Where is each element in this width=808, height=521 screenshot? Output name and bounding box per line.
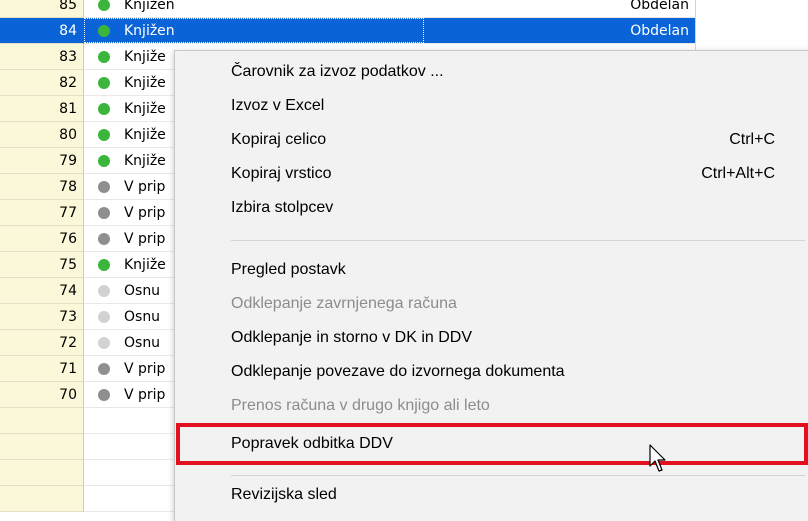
menu-item-label: Revizijska sled [231,486,337,503]
menu-item-view-items[interactable]: Pregled postavk [175,253,808,287]
row-number [0,460,84,486]
status-text: Knjiže [124,101,166,117]
row-number: 79 [0,148,84,174]
menu-item-shortcut: Ctrl+Alt+C [701,165,775,182]
row-number: 72 [0,330,84,356]
status-text: Osnu [124,309,161,325]
status-dot-icon [98,233,110,245]
row-number [0,486,84,512]
row-number: 84 [0,18,84,44]
row-number [0,434,84,460]
status-text: V prip [124,179,166,195]
table-row[interactable]: 85 Knjižen Obdelan [0,0,808,18]
status-text: Knjiže [124,75,166,91]
status-text: V prip [124,387,166,403]
menu-item-label: Pregled postavk [231,261,346,278]
row-number: 73 [0,304,84,330]
menu-item-copy-cell[interactable]: Kopiraj celico Ctrl+C [175,123,808,157]
status-dot-icon [98,285,110,297]
mouse-cursor-icon [649,444,666,472]
status-text: Knjiže [124,257,166,273]
status-text: Osnu [124,283,161,299]
menu-item-label: Čarovnik za izvoz podatkov ... [231,63,444,80]
status-dot-icon [98,155,110,167]
menu-item-copy-row[interactable]: Kopiraj vrstico Ctrl+Alt+C [175,157,808,191]
menu-item-unlock-storno[interactable]: Odklepanje in storno v DK in DDV [175,321,808,355]
status-dot-icon [98,337,110,349]
menu-item-label: Izbira stolpcev [231,199,334,216]
menu-item-label: Odklepanje in storno v DK in DDV [231,329,472,346]
row-number: 77 [0,200,84,226]
status-dot-icon [98,129,110,141]
menu-item-audit-trail[interactable]: Revizijska sled [175,478,808,512]
row-number: 81 [0,96,84,122]
row-number: 78 [0,174,84,200]
status-text: V prip [124,231,166,247]
status-dot-icon [98,181,110,193]
row-number: 70 [0,382,84,408]
status-dot-icon [98,389,110,401]
status-text: V prip [124,205,166,221]
status-dot-icon [98,311,110,323]
highlight-box [176,423,808,465]
processed-text: Obdelan [630,23,689,39]
status-dot-icon [98,103,110,115]
processed-text: Obdelan [630,0,689,13]
menu-item-transfer-invoice: Prenos računa v drugo knjigo ali leto [175,389,808,423]
row-number: 80 [0,122,84,148]
menu-item-label: Izvoz v Excel [231,97,325,114]
row-number: 76 [0,226,84,252]
row-number: 71 [0,356,84,382]
status-dot-icon [98,0,110,11]
row-number: 83 [0,44,84,70]
table-row-selected[interactable]: 84 Knjižen Obdelan [0,18,808,44]
menu-item-unlock-link[interactable]: Odklepanje povezave do izvornega dokumen… [175,355,808,389]
status-text: V prip [124,361,166,377]
menu-item-shortcut: Ctrl+C [729,131,775,148]
status-text: Knjižen [124,0,175,13]
menu-separator [231,240,805,241]
menu-item-export-wizard[interactable]: Čarovnik za izvoz podatkov ... [175,55,808,89]
menu-item-export-excel[interactable]: Izvoz v Excel [175,89,808,123]
menu-item-label: Odklepanje povezave do izvornega dokumen… [231,363,565,380]
menu-item-unlock-rejected: Odklepanje zavrnjenega računa [175,287,808,321]
status-text: Knjiže [124,153,166,169]
menu-separator [231,475,805,476]
row-number: 82 [0,70,84,96]
status-dot-icon [98,25,110,37]
status-cell[interactable]: Knjižen Obdelan [84,18,696,44]
status-text: Osnu [124,335,161,351]
status-dot-icon [98,259,110,271]
status-cell[interactable]: Knjižen Obdelan [84,0,696,18]
status-dot-icon [98,363,110,375]
status-dot-icon [98,207,110,219]
status-dot-icon [98,77,110,89]
menu-item-label: Kopiraj celico [231,131,327,148]
row-number: 74 [0,278,84,304]
status-text: Knjiže [124,49,166,65]
status-text: Knjiže [124,127,166,143]
status-text: Knjižen [124,23,175,39]
menu-item-label: Prenos računa v drugo knjigo ali leto [231,397,490,414]
menu-item-label: Odklepanje zavrnjenega računa [231,295,457,312]
menu-item-label: Kopiraj vrstico [231,165,332,182]
status-dot-icon [98,51,110,63]
row-number: 75 [0,252,84,278]
row-number [0,408,84,434]
row-number: 85 [0,0,84,18]
menu-item-choose-columns[interactable]: Izbira stolpcev [175,191,808,225]
